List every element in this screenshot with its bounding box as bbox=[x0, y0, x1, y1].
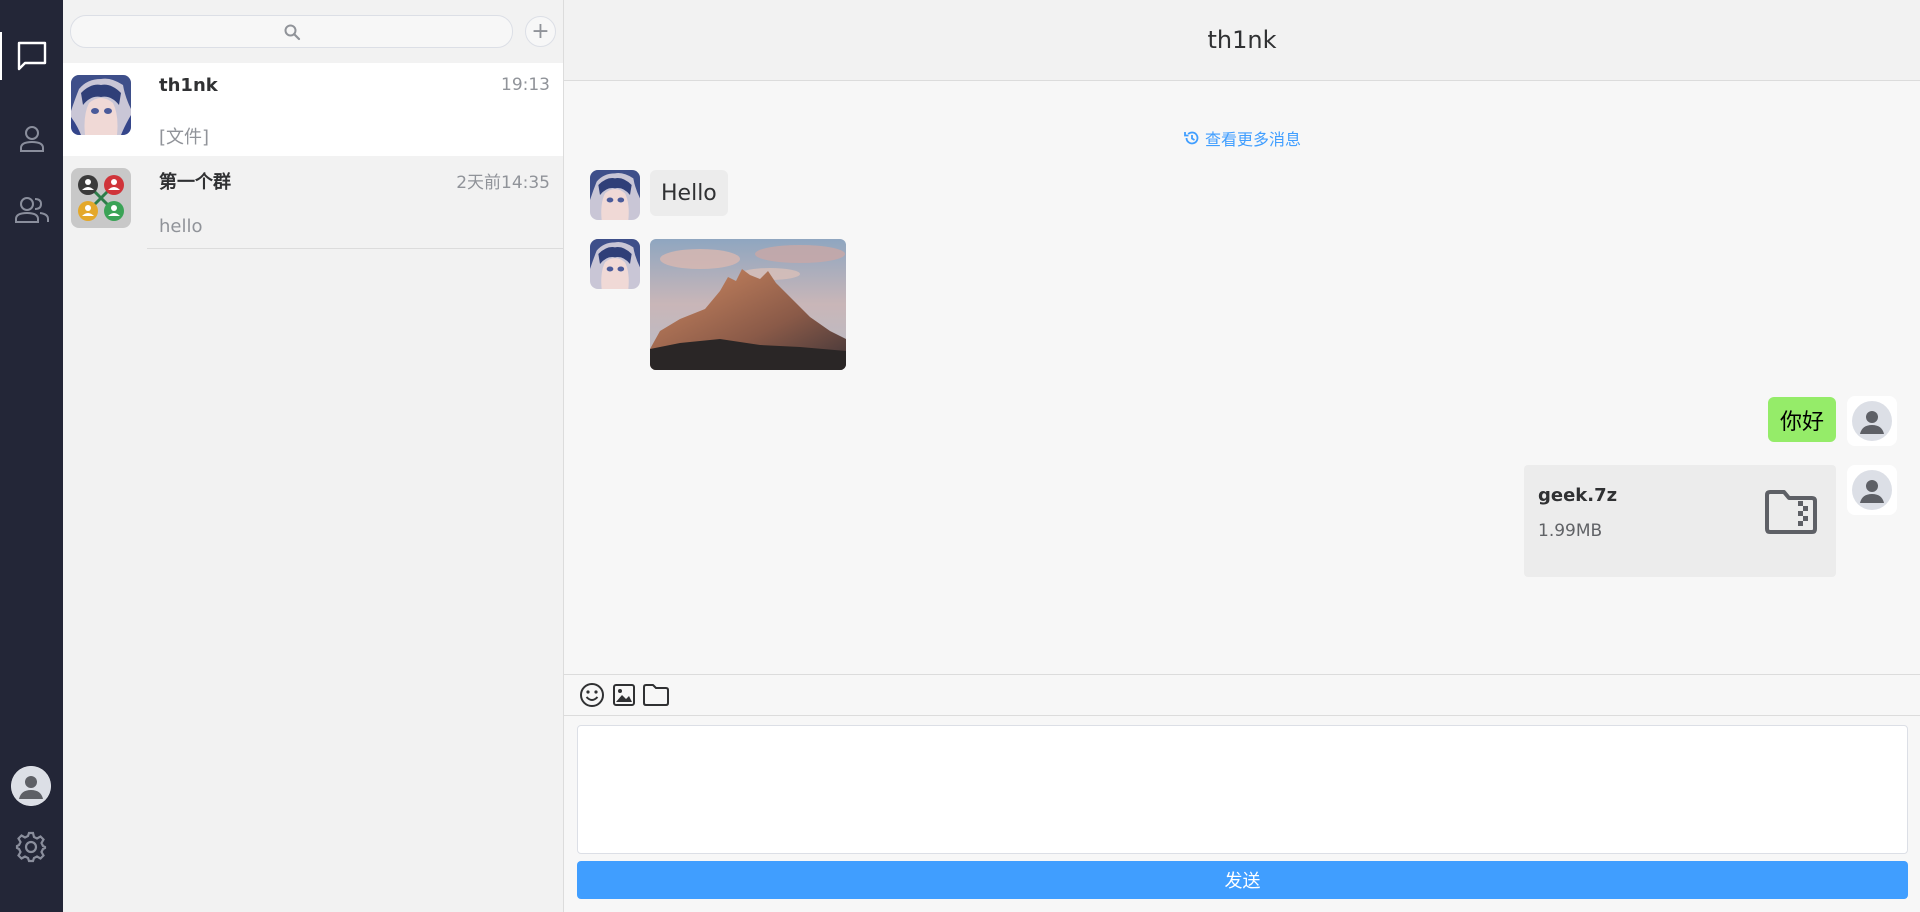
load-more-label: 查看更多消息 bbox=[1204, 130, 1301, 149]
conversation-preview: hello bbox=[159, 216, 203, 237]
file-button[interactable] bbox=[642, 681, 670, 709]
zip-folder-icon bbox=[1764, 489, 1818, 539]
sender-avatar[interactable] bbox=[590, 239, 640, 289]
emoji-icon bbox=[580, 683, 604, 707]
nav-groups-button[interactable] bbox=[0, 182, 63, 238]
chat-panel: th1nk 查看更多消息 Hello 你好 geek.7z 1.99MB 发送 bbox=[564, 0, 1920, 912]
load-more-link[interactable]: 查看更多消息 bbox=[564, 126, 1920, 150]
user-avatar-icon bbox=[1852, 470, 1892, 510]
history-icon bbox=[1184, 131, 1199, 145]
chat-title: th1nk bbox=[564, 0, 1920, 81]
settings-button[interactable] bbox=[13, 829, 49, 865]
add-button[interactable]: + bbox=[525, 16, 556, 47]
conversation-time: 19:13 bbox=[501, 75, 550, 95]
image-button[interactable] bbox=[610, 681, 638, 709]
nav-contacts-button[interactable] bbox=[0, 111, 63, 167]
contact-avatar bbox=[71, 75, 131, 135]
nav-chat-button[interactable] bbox=[0, 28, 63, 84]
self-avatar[interactable] bbox=[1847, 396, 1897, 446]
conversation-name: th1nk bbox=[159, 75, 218, 96]
group-avatar bbox=[71, 168, 131, 228]
file-size: 1.99MB bbox=[1538, 521, 1603, 541]
image-icon bbox=[613, 684, 635, 706]
file-name: geek.7z bbox=[1538, 485, 1618, 506]
contact-person-icon bbox=[19, 126, 44, 152]
current-user-avatar[interactable] bbox=[11, 766, 51, 806]
message-input[interactable] bbox=[577, 725, 1908, 854]
sender-avatar[interactable] bbox=[590, 170, 640, 220]
message-bubble-text: Hello bbox=[650, 170, 728, 216]
folder-icon bbox=[643, 684, 669, 706]
self-avatar[interactable] bbox=[1847, 465, 1897, 515]
group-people-icon bbox=[14, 197, 49, 223]
conversation-time: 2天前14:35 bbox=[456, 173, 550, 193]
gear-icon bbox=[15, 831, 47, 863]
conversation-item-group[interactable]: 第一个群 2天前14:35 hello bbox=[63, 156, 563, 249]
list-divider bbox=[147, 248, 563, 249]
conversation-item-th1nk[interactable]: th1nk 19:13 [文件] bbox=[63, 63, 563, 156]
input-toolbar bbox=[564, 674, 1920, 716]
send-button[interactable]: 发送 bbox=[577, 861, 1908, 899]
user-avatar-icon bbox=[11, 766, 51, 806]
search-input[interactable] bbox=[70, 15, 513, 48]
nav-rail bbox=[0, 0, 63, 912]
conversation-name: 第一个群 bbox=[159, 172, 231, 193]
search-icon bbox=[284, 24, 300, 40]
conversation-preview: [文件] bbox=[159, 127, 210, 148]
file-message-card[interactable]: geek.7z 1.99MB bbox=[1524, 465, 1836, 577]
message-bubble-self: 你好 bbox=[1768, 397, 1836, 442]
message-image[interactable] bbox=[650, 239, 846, 370]
user-avatar-icon bbox=[1852, 401, 1892, 441]
conversation-list-panel: + th1nk 19:13 [文件] 第一个群 2天前14:35 hello bbox=[63, 0, 564, 912]
chat-bubble-icon bbox=[17, 41, 46, 71]
emoji-button[interactable] bbox=[578, 681, 606, 709]
